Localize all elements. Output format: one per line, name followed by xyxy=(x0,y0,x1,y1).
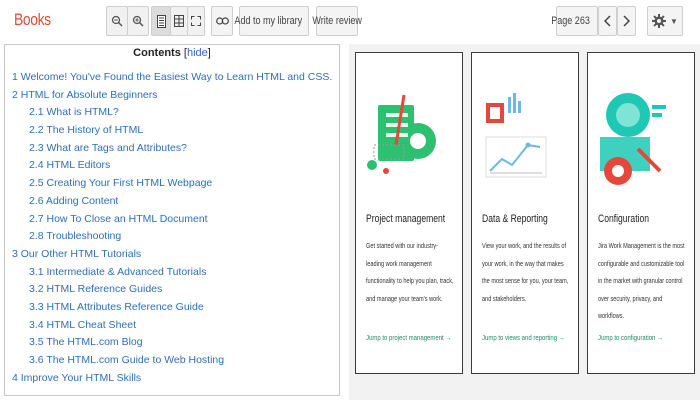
hide-bracket-close: ] xyxy=(207,47,211,59)
zoom-out-button[interactable] xyxy=(106,6,128,36)
fullscreen-button[interactable] xyxy=(187,6,205,36)
link-icon xyxy=(215,17,229,25)
toc-item[interactable]: 3.4 HTML Cheat Sheet xyxy=(5,317,339,335)
grid-icon xyxy=(174,15,184,27)
card-title: Project management xyxy=(366,213,446,225)
brand-logo[interactable]: Books xyxy=(14,10,51,30)
zoom-in-button[interactable] xyxy=(127,6,149,36)
thumbnail-view-button[interactable] xyxy=(170,6,188,36)
toc-item[interactable]: 3.5 The HTML.com Blog xyxy=(5,334,339,352)
toc-item[interactable]: 2 HTML for Absolute Beginners xyxy=(5,87,339,105)
toc-item[interactable]: 2.1 What is HTML? xyxy=(5,104,339,122)
toc-item[interactable]: 3.3 HTML Attributes Reference Guide xyxy=(5,299,339,317)
card-title: Configuration xyxy=(598,213,650,225)
data-reporting-illustration xyxy=(485,93,547,178)
configuration-illustration xyxy=(600,93,666,185)
toc-item[interactable]: 4 Improve Your HTML Skills xyxy=(5,370,339,388)
page-select[interactable]: Page 263 ▼ xyxy=(552,6,607,36)
card-title: Data & Reporting xyxy=(482,213,548,225)
toc-item[interactable]: 3.1 Intermediate & Advanced Tutorials xyxy=(5,264,339,282)
add-to-library-label: Add to my library xyxy=(234,15,302,27)
toc-item[interactable]: 2.2 The History of HTML xyxy=(5,122,339,140)
toc-item[interactable]: 3.2 HTML Reference Guides xyxy=(5,281,339,299)
toc-item[interactable]: 2.7 How To Close an HTML Document xyxy=(5,211,339,229)
gear-icon xyxy=(652,14,667,28)
hide-contents-link[interactable]: hide xyxy=(187,47,208,59)
project-management-illustration xyxy=(367,94,436,174)
card-data-reporting: Data & Reporting View your work, and the… xyxy=(471,52,579,374)
contents-title: Contents xyxy=(133,47,181,59)
settings-button[interactable]: ▼ xyxy=(647,6,683,36)
chevron-left-icon xyxy=(604,15,611,27)
toc-item[interactable]: 1 Welcome! You've Found the Easiest Way … xyxy=(5,69,339,87)
single-page-icon xyxy=(156,14,166,28)
card-link[interactable]: Jump to project management → xyxy=(366,333,451,342)
toc-item[interactable]: 3.6 The HTML.com Guide to Web Hosting xyxy=(5,352,339,370)
card-configuration: Configuration Jira Work Management is th… xyxy=(587,52,695,374)
toc-item[interactable]: 3 Our Other HTML Tutorials xyxy=(5,246,339,264)
card-description: View your work, and the results of your … xyxy=(482,241,569,303)
link-button[interactable] xyxy=(211,6,233,36)
add-to-library-button[interactable]: Add to my library ▼ xyxy=(234,6,321,36)
next-page-button[interactable] xyxy=(617,6,636,36)
card-project-management: Project management Get started with our … xyxy=(355,52,463,374)
page-select-label: Page 263 xyxy=(551,15,591,27)
toolbar: Books Add to my library ▼ Write review P… xyxy=(0,0,700,44)
toc-item[interactable]: 2.4 HTML Editors xyxy=(5,157,339,175)
card-link[interactable]: Jump to views and reporting → xyxy=(482,333,565,342)
previous-page-button[interactable] xyxy=(598,6,617,36)
chevron-right-icon xyxy=(623,15,630,27)
card-description: Jira Work Management is the most configu… xyxy=(598,241,685,320)
chevron-down-icon: ▼ xyxy=(670,16,678,26)
write-review-label: Write review xyxy=(312,15,362,27)
feature-cards-panel: Project management Get started with our … xyxy=(349,44,700,400)
toc-item[interactable]: 2.3 What are Tags and Attributes? xyxy=(5,140,339,158)
toc-item[interactable]: 2.6 Adding Content xyxy=(5,193,339,211)
card-description: Get started with our industry-leading wo… xyxy=(366,241,454,303)
toc-item[interactable]: 2.8 Troubleshooting xyxy=(5,228,339,246)
single-page-view-button[interactable] xyxy=(151,6,171,36)
zoom-in-icon xyxy=(132,15,144,27)
card-link[interactable]: Jump to configuration → xyxy=(598,333,663,342)
table-of-contents: Contents [hide] 1 Welcome! You've Found … xyxy=(4,44,340,396)
toc-list: 1 Welcome! You've Found the Easiest Way … xyxy=(5,69,339,387)
toc-item[interactable]: 2.5 Creating Your First HTML Webpage xyxy=(5,175,339,193)
zoom-out-icon xyxy=(111,15,123,27)
write-review-button[interactable]: Write review xyxy=(312,6,362,36)
contents-header: Contents [hide] xyxy=(5,47,339,59)
fullscreen-icon xyxy=(191,16,201,26)
